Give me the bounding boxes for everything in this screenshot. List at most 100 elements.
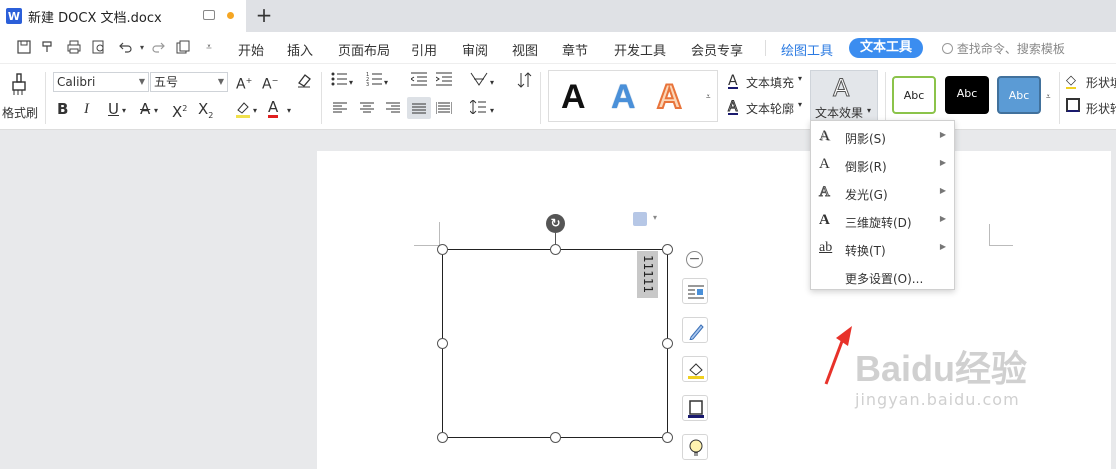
chevron-down-icon[interactable]: ▾: [653, 213, 657, 222]
text-style-orange-outline[interactable]: A: [656, 78, 683, 116]
strikethrough-dropdown-icon[interactable]: ▾: [154, 102, 158, 120]
menu-transform[interactable]: ab 转换(T) ▶: [811, 236, 954, 262]
chinese-layout-dropdown-icon[interactable]: ▾: [490, 74, 494, 92]
menu-view[interactable]: 视图: [512, 40, 538, 59]
bullet-list-icon[interactable]: [331, 72, 347, 90]
shape-fill-button[interactable]: ◇ 形状填: [1066, 72, 1116, 92]
layout-options-icon[interactable]: [633, 212, 647, 226]
shrink-font-icon[interactable]: A−: [262, 72, 278, 94]
menu-text-tools[interactable]: 文本工具: [849, 38, 923, 58]
print-icon[interactable]: [66, 40, 82, 56]
menu-more-settings[interactable]: 更多设置(O)...: [811, 264, 954, 290]
line-spacing-dropdown-icon[interactable]: ▾: [490, 102, 494, 120]
customize-toolbar-icon[interactable]: ⩡: [201, 40, 217, 56]
menu-glow[interactable]: A 发光(G) ▶: [811, 180, 954, 206]
underline-dropdown-icon[interactable]: ▾: [122, 102, 126, 120]
shape-style-black[interactable]: Abc: [945, 76, 989, 114]
sort-icon[interactable]: [517, 72, 533, 92]
document-tab[interactable]: W 新建 DOCX 文档.docx: [0, 0, 246, 32]
menu-page-layout[interactable]: 页面布局: [338, 40, 390, 59]
line-spacing-icon[interactable]: [469, 99, 486, 118]
menu-shadow[interactable]: A 阴影(S) ▶: [811, 124, 954, 150]
shape-style-blue[interactable]: Abc: [997, 76, 1041, 114]
page-corner-mark: [414, 245, 440, 246]
grow-font-icon[interactable]: A+: [236, 72, 252, 94]
resize-handle[interactable]: [437, 244, 448, 255]
resize-handle[interactable]: [437, 432, 448, 443]
clear-format-icon[interactable]: [296, 72, 312, 92]
pen-tool[interactable]: [682, 317, 708, 343]
menu-member[interactable]: 会员专享: [691, 40, 743, 59]
pin-window-icon[interactable]: [203, 10, 215, 20]
copy-icon[interactable]: [175, 40, 191, 56]
shape-style-white[interactable]: Abc: [892, 76, 936, 114]
undo-dropdown-icon[interactable]: ▾: [134, 40, 150, 56]
text-box[interactable]: [442, 249, 668, 438]
menu-section[interactable]: 章节: [562, 40, 588, 59]
text-outline-button[interactable]: A 文本轮廓 ▾: [728, 98, 808, 118]
highlight-dropdown-icon[interactable]: ▾: [253, 102, 257, 120]
font-color-icon[interactable]: A: [268, 98, 279, 118]
menu-3d-rotation[interactable]: A 三维旋转(D) ▶: [811, 208, 954, 234]
numbered-list-icon[interactable]: 123: [366, 72, 382, 90]
subscript-icon[interactable]: X2: [198, 100, 213, 125]
strikethrough-icon[interactable]: A: [140, 100, 150, 118]
resize-handle[interactable]: [437, 338, 448, 349]
superscript-icon[interactable]: X2: [172, 100, 187, 121]
save-icon[interactable]: [16, 40, 32, 56]
format-painter-small-icon[interactable]: [40, 40, 56, 56]
menu-reflection[interactable]: A 倒影(R) ▶: [811, 152, 954, 178]
resize-handle[interactable]: [550, 432, 561, 443]
new-tab-button[interactable]: +: [254, 4, 274, 26]
font-size-select[interactable]: 五号 ▼: [150, 72, 228, 92]
bullet-list-dropdown-icon[interactable]: ▾: [349, 74, 353, 92]
bold-button[interactable]: B: [57, 100, 68, 118]
chevron-down-icon: ▼: [138, 77, 145, 86]
redo-icon[interactable]: [150, 40, 166, 56]
resize-handle[interactable]: [662, 244, 673, 255]
align-right-icon[interactable]: [386, 100, 400, 118]
distributed-align-icon[interactable]: [435, 100, 453, 118]
format-painter-button[interactable]: 格式刷: [0, 68, 40, 124]
command-search[interactable]: 查找命令、搜索模板: [942, 40, 1065, 57]
shape-outline-button[interactable]: 形状轮: [1066, 98, 1116, 118]
menu-review[interactable]: 审阅: [462, 40, 488, 59]
document-page[interactable]: [317, 151, 1111, 469]
decrease-indent-icon[interactable]: [410, 72, 427, 90]
text-outline-label: 文本轮廓: [746, 102, 795, 116]
print-preview-icon[interactable]: [91, 40, 107, 56]
italic-button[interactable]: I: [84, 100, 89, 118]
collapse-toolbar-icon[interactable]: −: [686, 251, 703, 268]
text-box-vertical-text[interactable]: 11111: [637, 251, 658, 298]
menu-insert[interactable]: 插入: [287, 40, 313, 59]
menu-developer[interactable]: 开发工具: [614, 40, 666, 59]
text-style-blue[interactable]: A: [611, 79, 636, 115]
resize-handle[interactable]: [550, 244, 561, 255]
menu-home[interactable]: 开始: [238, 40, 264, 59]
font-name-select[interactable]: Calibri ▼: [53, 72, 149, 92]
text-fill-button[interactable]: A 文本填充 ▾: [728, 72, 808, 92]
rotate-handle-icon[interactable]: ↻: [546, 214, 565, 233]
menu-references[interactable]: 引用: [411, 40, 437, 59]
resize-handle[interactable]: [662, 432, 673, 443]
increase-indent-icon[interactable]: [435, 72, 452, 90]
underline-button[interactable]: U: [108, 100, 119, 118]
undo-icon[interactable]: [118, 40, 134, 56]
menu-drawing-tools[interactable]: 绘图工具: [781, 40, 833, 59]
smart-tool[interactable]: [682, 434, 708, 460]
highlight-icon[interactable]: [234, 100, 252, 122]
shape-style-more-icon[interactable]: ⩡: [1046, 88, 1051, 106]
outline-tool[interactable]: [682, 395, 708, 421]
text-wrap-tool[interactable]: [682, 278, 708, 304]
align-center-icon[interactable]: [360, 100, 374, 118]
justify-icon[interactable]: [407, 97, 431, 119]
fill-tool[interactable]: [682, 356, 708, 382]
align-left-icon[interactable]: [333, 100, 347, 118]
text-style-black[interactable]: A: [561, 79, 586, 115]
chinese-layout-icon[interactable]: [470, 72, 488, 90]
font-color-dropdown-icon[interactable]: ▾: [287, 102, 291, 120]
numbered-list-dropdown-icon[interactable]: ▾: [384, 74, 388, 92]
gallery-more-icon[interactable]: ⩡: [706, 88, 711, 106]
resize-handle[interactable]: [662, 338, 673, 349]
text-effect-button[interactable]: A 文本效果 ▾: [810, 70, 878, 124]
